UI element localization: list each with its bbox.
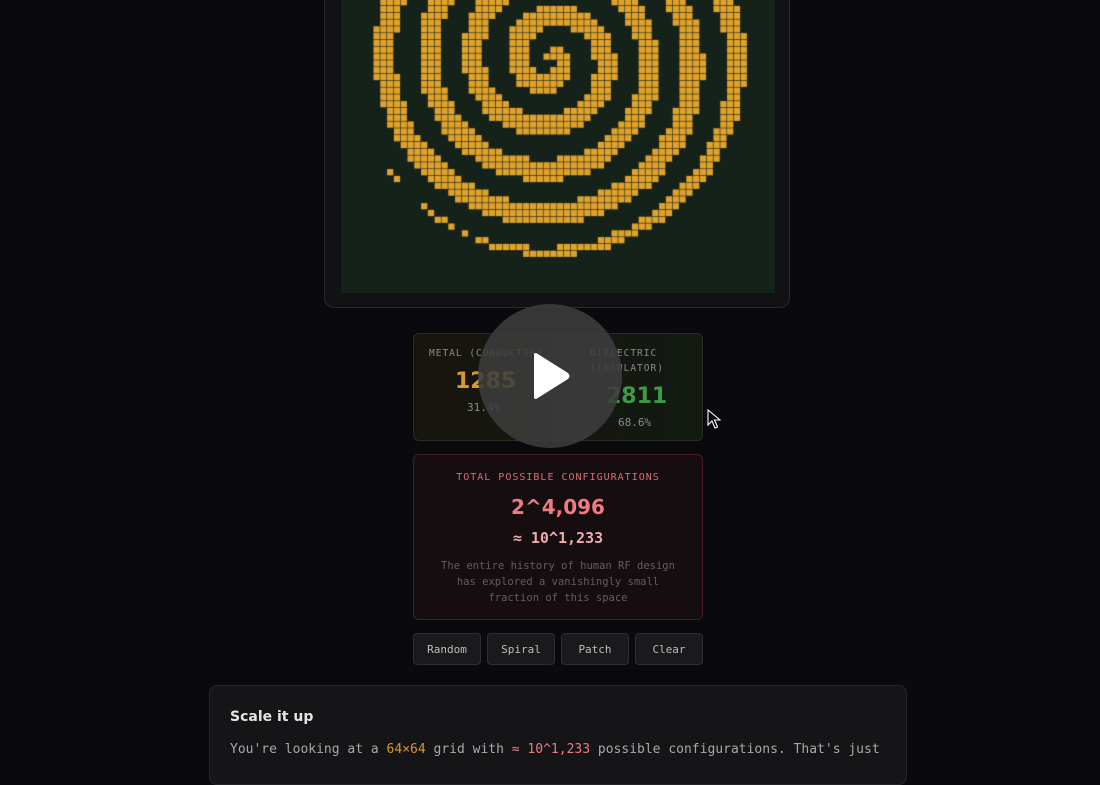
scale-text-post: possible configurations. That's just [590, 742, 880, 757]
patch-button[interactable]: Patch [561, 633, 629, 665]
configurations-card: TOTAL POSSIBLE CONFIGURATIONS 2^4,096 ≈ … [413, 454, 703, 620]
scale-it-up-card: Scale it up You're looking at a 64×64 gr… [209, 685, 907, 785]
scale-text-mid: grid with [425, 742, 512, 757]
clear-button[interactable]: Clear [635, 633, 703, 665]
dielectric-percent: 68.6% [618, 416, 652, 429]
video-play-button[interactable] [478, 304, 622, 448]
play-icon [534, 353, 570, 399]
spiral-button[interactable]: Spiral [487, 633, 555, 665]
grid-dims-highlight: 64×64 [386, 742, 426, 757]
mouse-cursor-icon [707, 409, 721, 429]
scale-title: Scale it up [230, 709, 314, 725]
configurations-power: 2^4,096 [511, 495, 605, 519]
configurations-title: TOTAL POSSIBLE CONFIGURATIONS [456, 472, 660, 483]
random-button[interactable]: Random [413, 633, 481, 665]
scale-text-pre: You're looking at a [230, 742, 387, 757]
approx-highlight: ≈ 10^1,233 [511, 742, 591, 757]
configurations-description: The entire history of human RF design ha… [441, 560, 675, 604]
metasurface-grid[interactable] [341, 0, 775, 293]
scale-paragraph: You're looking at a 64×64 grid with ≈ 10… [230, 742, 880, 757]
configurations-approx: ≈ 10^1,233 [512, 529, 604, 547]
